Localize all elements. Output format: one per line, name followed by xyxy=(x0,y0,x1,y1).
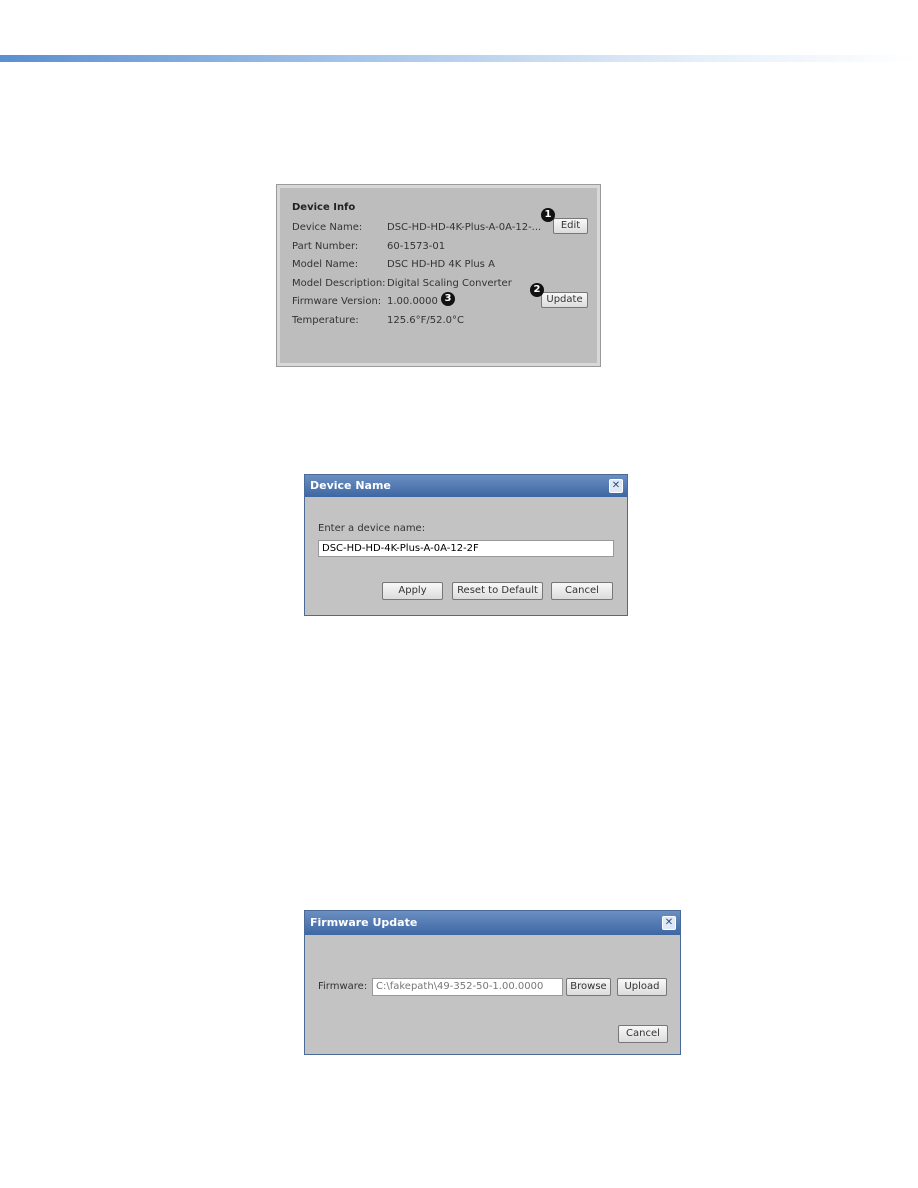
browse-button[interactable]: Browse xyxy=(566,978,611,996)
info-value: 60-1573-01 xyxy=(387,240,446,252)
info-value: DSC-HD-HD-4K-Plus-A-0A-12-... xyxy=(387,222,542,233)
info-value: 125.6°F/52.0°C xyxy=(387,314,464,326)
update-button[interactable]: Update xyxy=(541,292,588,308)
close-icon[interactable]: ✕ xyxy=(662,916,676,930)
dialog-title-bar: Firmware Update ✕ xyxy=(305,911,680,935)
info-label: Device Name: xyxy=(292,222,363,233)
device-info-title: Device Info xyxy=(292,202,356,213)
device-info-panel: Device Info Device Name: DSC-HD-HD-4K-Pl… xyxy=(276,184,601,367)
cancel-button[interactable]: Cancel xyxy=(618,1025,668,1043)
header-rule xyxy=(0,55,918,62)
info-label: Firmware Version: xyxy=(292,296,382,307)
dialog-title: Firmware Update xyxy=(310,916,418,929)
callout-2: 2 xyxy=(530,283,544,297)
device-name-dialog: Device Name ✕ Enter a device name: DSC-H… xyxy=(304,474,628,616)
firmware-label: Firmware: xyxy=(318,981,368,992)
info-label: Model Description: xyxy=(292,277,386,289)
dialog-title: Device Name xyxy=(310,479,391,492)
callout-3: 3 xyxy=(441,292,455,306)
info-label: Temperature: xyxy=(292,314,359,326)
reset-to-default-button[interactable]: Reset to Default xyxy=(452,582,543,600)
edit-button[interactable]: Edit xyxy=(553,218,588,234)
apply-button[interactable]: Apply xyxy=(382,582,443,600)
info-value: Digital Scaling Converter xyxy=(387,277,512,289)
info-label: Model Name: xyxy=(292,259,359,270)
info-value: DSC HD-HD 4K Plus A xyxy=(387,259,495,270)
device-name-input[interactable]: DSC-HD-HD-4K-Plus-A-0A-12-2F xyxy=(318,540,614,557)
upload-button[interactable]: Upload xyxy=(617,978,667,996)
close-icon[interactable]: ✕ xyxy=(609,479,623,493)
firmware-file-input[interactable]: C:\fakepath\49-352-50-1.00.0000 xyxy=(372,978,563,996)
info-label: Part Number: xyxy=(292,240,359,252)
firmware-update-dialog: Firmware Update ✕ Firmware: C:\fakepath\… xyxy=(304,910,681,1055)
callout-1: 1 xyxy=(541,208,555,222)
dialog-title-bar: Device Name ✕ xyxy=(305,475,627,497)
info-value: 1.00.0000 xyxy=(387,296,438,307)
device-name-prompt: Enter a device name: xyxy=(318,523,426,534)
cancel-button[interactable]: Cancel xyxy=(551,582,613,600)
